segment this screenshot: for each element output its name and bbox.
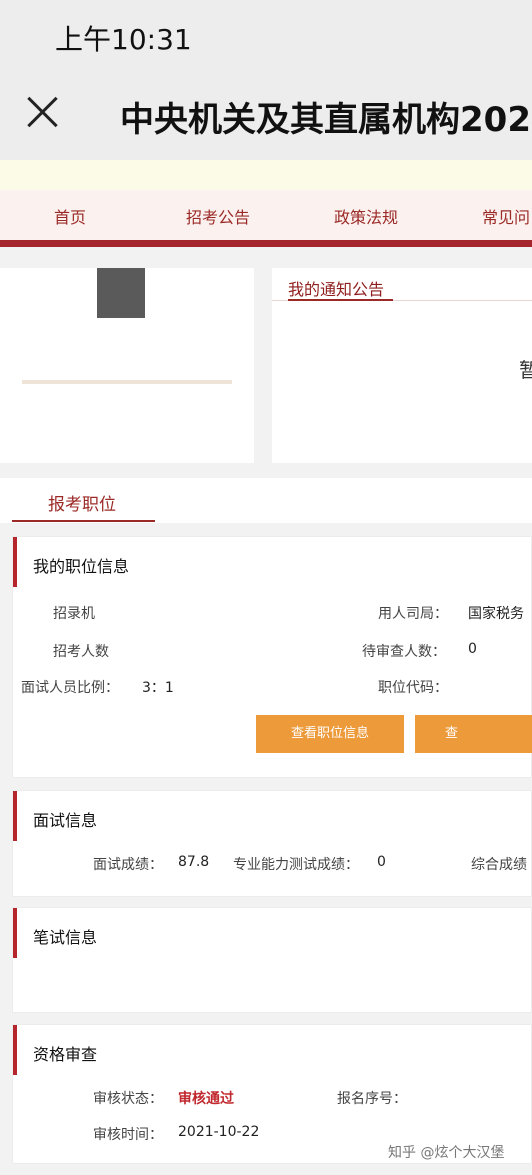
card-accent-bar (13, 537, 17, 587)
ratio-label: 面试人员比例： (21, 680, 119, 696)
view-position-button[interactable]: 查看职位信息 (256, 715, 404, 753)
position-code-label: 职位代码： (378, 680, 448, 696)
notice-strip (0, 160, 532, 190)
notice-panel-active-line (288, 299, 393, 301)
review-status-label: 审核状态： (93, 1091, 163, 1107)
ratio-value: 3：1 (142, 680, 174, 696)
card-title: 我的职位信息 (33, 557, 130, 576)
nav-item-faq[interactable]: 常见问 (482, 204, 530, 228)
hiring-bureau-value: 国家税务 (468, 606, 524, 622)
nav-item-home[interactable]: 首页 (54, 204, 86, 228)
pending-value: 0 (468, 641, 477, 657)
review-status-value: 审核通过 (178, 1091, 234, 1107)
secondary-action-button[interactable]: 查 (415, 715, 532, 753)
tab-bar: 报考职位 (0, 478, 532, 523)
interview-info-card: 面试信息 面试成绩： 87.8 专业能力测试成绩： 0 综合成绩 (12, 790, 532, 897)
avatar (97, 268, 145, 318)
recruit-org-label: 招录机 (53, 606, 95, 622)
profile-divider (22, 380, 232, 384)
close-icon[interactable] (25, 94, 61, 130)
hiring-bureau-label: 用人司局： (378, 606, 448, 622)
watermark: 知乎 @炫个大汉堡 (388, 1145, 505, 1161)
page-title: 中央机关及其直属机构202 (120, 100, 531, 140)
ability-score-value: 0 (377, 854, 386, 870)
card-accent-bar (13, 908, 17, 958)
notice-panel-title[interactable]: 我的通知公告 (288, 276, 384, 300)
top-nav: 首页 招考公告 政策法规 常见问 (0, 190, 532, 240)
card-title: 笔试信息 (33, 928, 98, 947)
tab-active-indicator (12, 520, 155, 522)
card-accent-bar (13, 1025, 17, 1075)
review-time-value: 2021-10-22 (178, 1124, 260, 1140)
nav-item-announcements[interactable]: 招考公告 (186, 204, 250, 228)
interview-score-label: 面试成绩： (93, 857, 163, 873)
written-exam-card: 笔试信息 (12, 907, 532, 1013)
status-time: 上午10:31 (55, 23, 192, 56)
review-time-label: 审核时间： (93, 1127, 163, 1143)
user-profile-panel (0, 268, 254, 463)
notice-empty-text: 暂 (519, 358, 532, 382)
applicants-label: 招考人数 (53, 644, 109, 660)
card-title: 面试信息 (33, 811, 98, 830)
notice-panel: 我的通知公告 暂 (272, 268, 532, 463)
total-score-label: 综合成绩 (471, 857, 527, 873)
nav-divider (0, 240, 532, 247)
interview-score-value: 87.8 (178, 854, 210, 870)
nav-item-policies[interactable]: 政策法规 (334, 204, 398, 228)
title-bar: 中央机关及其直属机构202 (0, 72, 532, 160)
pending-label: 待审查人数： (362, 644, 446, 660)
ability-score-label: 专业能力测试成绩： (233, 857, 359, 873)
serial-number-label: 报名序号： (337, 1091, 407, 1107)
tab-applied-position[interactable]: 报考职位 (48, 490, 116, 515)
card-title: 资格审查 (33, 1045, 98, 1064)
card-accent-bar (13, 791, 17, 841)
status-bar: 上午10:31 (0, 0, 532, 72)
position-info-card: 我的职位信息 招录机 用人司局： 国家税务 招考人数 待审查人数： 0 面试人员… (12, 536, 532, 778)
